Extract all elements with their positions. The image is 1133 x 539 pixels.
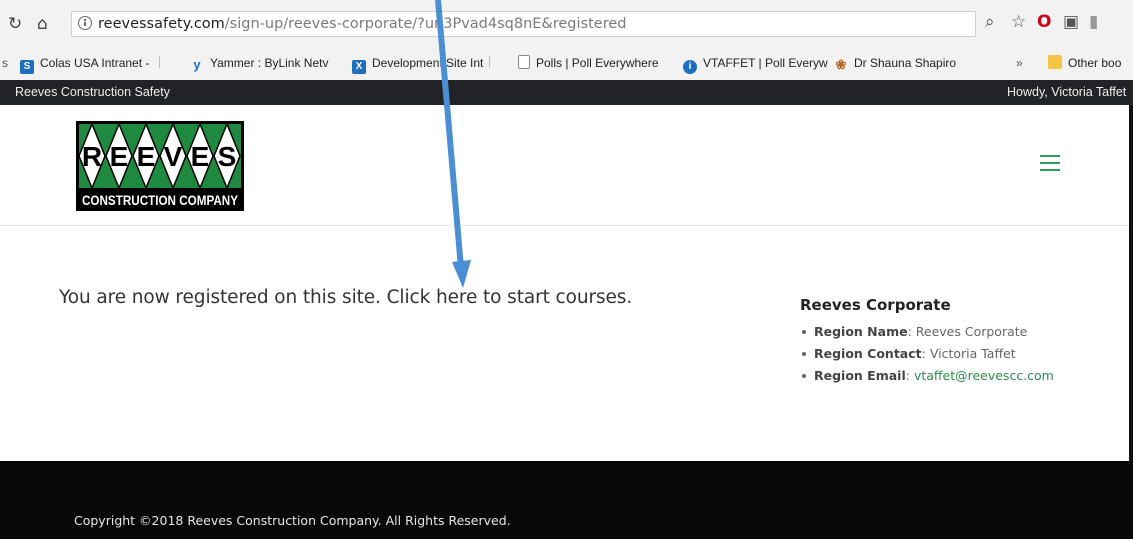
url-host: reevessafety.com: [98, 16, 225, 32]
region-details-list: Region Name: Reeves Corporate Region Con…: [800, 321, 1100, 387]
browser-chrome: ↻ ⌂ reevessafety.com/sign-up/reeves-corp…: [0, 0, 1133, 80]
admin-bar: Reeves Construction Safety Howdy, Victor…: [0, 80, 1133, 105]
logo-letter: R: [82, 141, 102, 172]
footer-copyright: Copyright ©2018 Reeves Construction Comp…: [74, 513, 511, 528]
sharepoint-icon: S: [20, 60, 34, 74]
bookmark-label: Yammer : ByLink Netv: [210, 56, 329, 70]
extension-icon-2[interactable]: ▮: [1089, 12, 1098, 32]
bookmark-label: Colas USA Intranet -: [40, 56, 153, 70]
leaf-icon: ❀: [835, 57, 847, 72]
folder-icon: [1048, 55, 1062, 69]
x-icon: X: [352, 60, 366, 74]
site-footer: Copyright ©2018 Reeves Construction Comp…: [0, 461, 1133, 539]
extension-icon[interactable]: ▣: [1063, 12, 1079, 32]
zoom-icon[interactable]: ⌕: [985, 12, 995, 32]
region-contact-item: Region Contact: Victoria Taffet: [800, 343, 1100, 365]
home-icon[interactable]: ⌂: [37, 14, 48, 34]
bookmark-label: VTAFFET | Poll Everyw: [703, 56, 828, 70]
region-contact-label: Region Contact: [814, 346, 922, 361]
region-name-label: Region Name: [814, 324, 908, 339]
bookmark-item[interactable]: X Development Site Int: [352, 52, 491, 74]
hamburger-menu-icon[interactable]: [1040, 155, 1060, 171]
bookmark-item[interactable]: y Yammer : ByLink Netv: [190, 52, 328, 74]
page-icon: [518, 55, 530, 69]
bookmark-label: Polls | Poll Everywhere: [536, 56, 659, 70]
registration-message[interactable]: You are now registered on this site. Cli…: [59, 287, 632, 308]
bookmark-label: Dr Shauna Shapiro: [854, 56, 957, 70]
region-email-label: Region Email: [814, 368, 906, 383]
bookmark-label: Development Site Int: [372, 56, 484, 70]
admin-site-name[interactable]: Reeves Construction Safety: [15, 85, 170, 99]
star-icon[interactable]: ☆: [1011, 12, 1026, 32]
bookmark-item[interactable]: Polls | Poll Everywhere: [518, 52, 659, 74]
url-text[interactable]: reevessafety.com/sign-up/reeves-corporat…: [98, 16, 626, 32]
bookmarks-bar: s S Colas USA Intranet - y Yammer : ByLink…: [0, 46, 1133, 80]
bookmark-item[interactable]: ❀ Dr Shauna Shapiro: [834, 52, 957, 74]
region-title: Reeves Corporate: [800, 296, 951, 314]
address-bar-row: ↻ ⌂ reevessafety.com/sign-up/reeves-corp…: [0, 0, 1133, 46]
reeves-logo[interactable]: R E E V E S CONSTRUCTION COMPANY: [76, 121, 244, 211]
logo-subtitle: CONSTRUCTION COMPANY: [82, 192, 239, 208]
info-icon[interactable]: [78, 16, 92, 30]
logo-letter: S: [218, 141, 237, 172]
logo-letter: E: [191, 141, 210, 172]
region-name-value: Reeves Corporate: [915, 324, 1028, 339]
region-name-item: Region Name: Reeves Corporate: [800, 321, 1100, 343]
site-header: R E E V E S CONSTRUCTION COMPANY: [0, 105, 1133, 226]
bookmark-item[interactable]: S Colas USA Intranet -: [20, 52, 160, 74]
poll-icon: i: [683, 60, 697, 74]
logo-letter: V: [164, 141, 183, 172]
bookmark-item[interactable]: i VTAFFET | Poll Everyw: [683, 52, 828, 74]
bookmark-cut-edge: s: [2, 56, 8, 70]
region-email-item: Region Email: vtaffet@reevescc.com: [800, 365, 1100, 387]
address-bar[interactable]: reevessafety.com/sign-up/reeves-corporat…: [71, 11, 976, 37]
opera-icon[interactable]: O: [1037, 12, 1051, 32]
region-contact-value: Victoria Taffet: [929, 346, 1016, 361]
admin-greeting[interactable]: Howdy, Victoria Taffet: [1007, 85, 1126, 99]
logo-letter: E: [137, 141, 156, 172]
region-sidebar: Reeves Corporate Region Name: Reeves Cor…: [800, 296, 1100, 387]
other-bookmarks[interactable]: Other boo: [1048, 52, 1121, 74]
region-email-link[interactable]: vtaffet@reevescc.com: [914, 368, 1054, 383]
other-bookmarks-label: Other boo: [1068, 56, 1122, 70]
yammer-icon: y: [193, 57, 201, 72]
logo-letter: E: [110, 141, 129, 172]
main-content: You are now registered on this site. Cli…: [0, 226, 1129, 461]
bookmarks-overflow-button[interactable]: »: [1016, 52, 1023, 74]
url-path: /sign-up/reeves-corporate/?un3Pvad4sq8nE…: [224, 16, 627, 32]
window-edge: [1129, 105, 1133, 461]
reload-icon[interactable]: ↻: [8, 14, 22, 34]
